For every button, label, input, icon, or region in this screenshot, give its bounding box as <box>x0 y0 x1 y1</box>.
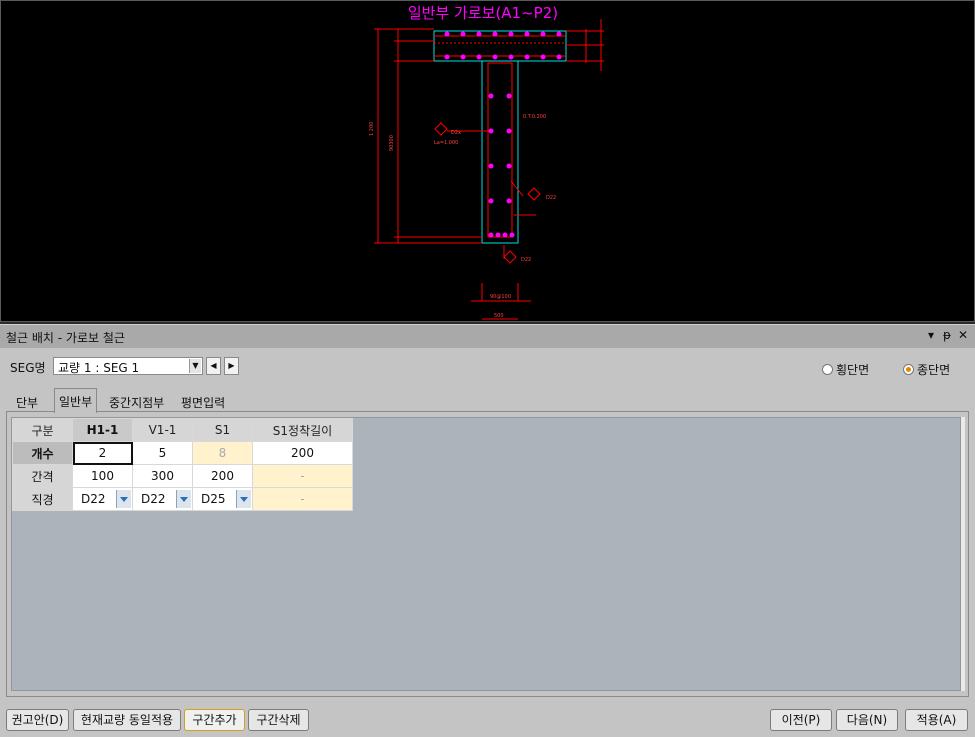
callout-bottom: D22 <box>521 257 531 263</box>
diameter-select[interactable]: D22 <box>132 487 193 511</box>
select-value: D22 <box>81 492 106 506</box>
triangle-left-icon: ◀ <box>210 361 217 370</box>
dim-bottom-spacing: 90@100 <box>490 294 511 300</box>
pin-icon[interactable]: ᵽ <box>940 328 954 342</box>
chevron-down-icon[interactable] <box>176 490 191 508</box>
dimension-lines <box>374 19 604 320</box>
dim-web-note: 0.T.0.200 <box>523 114 546 120</box>
row-header: 개수 <box>12 441 73 465</box>
seg-prev-button[interactable]: ◀ <box>206 357 221 375</box>
row-header: 직경 <box>12 487 73 511</box>
table-cell[interactable]: 5 <box>132 441 193 465</box>
table-cell[interactable]: 200 <box>192 464 253 488</box>
dropdown-icon[interactable]: ▾ <box>924 328 938 342</box>
dim-bottom-total: 500 <box>494 313 504 319</box>
apply-same-bridge-button[interactable]: 현재교량 동일적용 <box>73 709 181 731</box>
table-cell[interactable]: 2 <box>72 441 133 465</box>
table-corner: 구분 <box>12 418 73 442</box>
recommend-button[interactable]: 권고안(D) <box>6 709 69 731</box>
radio-checked-icon <box>903 364 914 375</box>
seg-select-value: 교량 1 : SEG 1 <box>58 361 140 375</box>
column-header[interactable]: V1-1 <box>132 418 193 442</box>
dim-height-total: 1 200 <box>369 122 375 136</box>
callout-left: D2x <box>451 130 461 136</box>
prev-button[interactable]: 이전(P) <box>770 709 832 731</box>
add-section-button[interactable]: 구간추가 <box>184 709 245 731</box>
rebar-table: 구분 H1-1 V1-1 S1 S1정착길이 개수 2 5 8 200 간격 1… <box>12 418 353 511</box>
table-cell[interactable]: 100 <box>72 464 133 488</box>
tab-general[interactable]: 일반부 <box>54 388 98 413</box>
delete-section-button[interactable]: 구간삭제 <box>248 709 309 731</box>
table-cell: - <box>252 487 353 511</box>
table-cell: 8 <box>192 441 253 465</box>
tab-plan-input[interactable]: 평면입력 <box>177 392 229 412</box>
close-icon[interactable]: ✕ <box>956 328 970 342</box>
panel-title: 철근 배치 - 가로보 철근 <box>6 331 125 345</box>
chevron-down-icon[interactable] <box>116 490 131 508</box>
table-cell: - <box>252 464 353 488</box>
radio-longitudinal-section[interactable]: 종단면 <box>903 361 950 378</box>
tab-intermediate-support[interactable]: 중간지점부 <box>105 392 168 412</box>
triangle-right-icon: ▶ <box>228 361 235 370</box>
rebar-dots <box>444 31 562 238</box>
callout-left-sub: La=1.000 <box>434 140 458 146</box>
diameter-select[interactable]: D25 <box>192 487 253 511</box>
table-row: 개수 2 5 8 200 <box>12 441 353 465</box>
diameter-select[interactable]: D22 <box>72 487 133 511</box>
column-header[interactable]: S1정착길이 <box>252 418 353 442</box>
button-bar: 권고안(D) 현재교량 동일적용 구간추가 구간삭제 이전(P) 다음(N) 적… <box>0 707 975 737</box>
tab-content: 구분 H1-1 V1-1 S1 S1정착길이 개수 2 5 8 200 간격 1… <box>6 411 969 697</box>
select-value: D22 <box>141 492 166 506</box>
seg-label: SEG명 <box>10 361 46 375</box>
next-button[interactable]: 다음(N) <box>836 709 898 731</box>
rebar-layout-panel: 철근 배치 - 가로보 철근 ▾ ᵽ ✕ SEG명 교량 1 : SEG 1 ▼… <box>0 324 975 737</box>
chevron-down-icon[interactable]: ▼ <box>189 359 201 373</box>
table-row: 직경 D22 D22 D25 - <box>12 487 353 511</box>
select-value: D25 <box>201 492 226 506</box>
panel-titlebar: 철근 배치 - 가로보 철근 ▾ ᵽ ✕ <box>0 324 975 348</box>
table-cell[interactable]: 200 <box>252 441 353 465</box>
radio-cross-section[interactable]: 횡단면 <box>822 361 869 378</box>
dimension-labels: 1 200 90300 0.T.0.200 D2x La=1.000 D22 D… <box>369 114 556 319</box>
radio-label: 횡단면 <box>836 363 870 377</box>
chevron-down-icon[interactable] <box>236 490 251 508</box>
table-cell[interactable]: 300 <box>132 464 193 488</box>
dim-height-web: 90300 <box>389 135 395 151</box>
web <box>481 60 519 244</box>
column-header[interactable]: S1 <box>192 418 253 442</box>
table-row: 간격 100 300 200 - <box>12 464 353 488</box>
vertical-scrollbar[interactable] <box>961 417 965 691</box>
radio-icon <box>822 364 833 375</box>
tab-end[interactable]: 단부 <box>12 392 42 412</box>
section-tabs: 단부 일반부 중간지점부 평면입력 <box>6 388 966 413</box>
drawing-title: 일반부 가로보(A1~P2) <box>408 4 558 22</box>
top-flange <box>433 30 567 62</box>
seg-next-button[interactable]: ▶ <box>224 357 239 375</box>
cad-drawing-view[interactable]: 일반부 가로보(A1~P2) 1 200 90300 0.T.0.200 D2x… <box>0 0 975 322</box>
drawing-canvas: 일반부 가로보(A1~P2) 1 200 90300 0.T.0.200 D2x… <box>369 4 604 320</box>
row-header: 간격 <box>12 464 73 488</box>
seg-select[interactable]: 교량 1 : SEG 1 ▼ <box>53 357 203 375</box>
column-header[interactable]: H1-1 <box>72 418 133 442</box>
apply-button[interactable]: 적용(A) <box>905 709 968 731</box>
radio-label: 종단면 <box>917 363 951 377</box>
callout-right: D22 <box>546 195 556 201</box>
rebar-grid-area: 구분 H1-1 V1-1 S1 S1정착길이 개수 2 5 8 200 간격 1… <box>11 417 961 691</box>
